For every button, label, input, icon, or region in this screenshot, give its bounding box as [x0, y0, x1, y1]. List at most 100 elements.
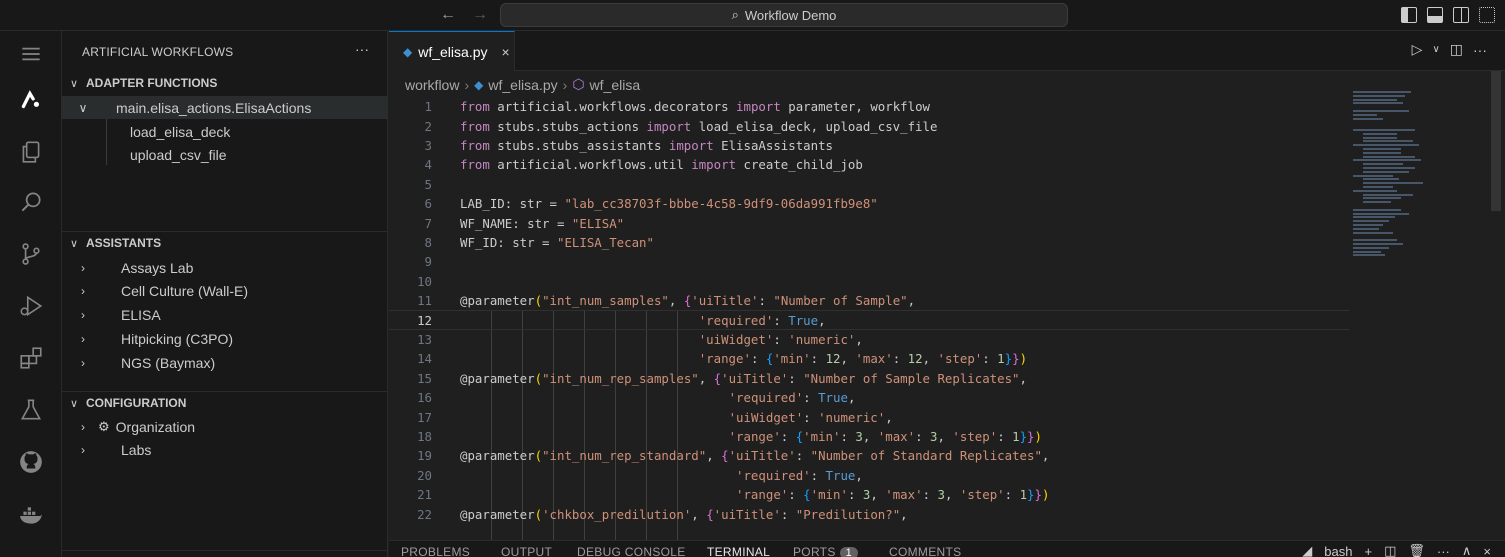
- code-text: LAB_ID: str = "lab_cc38703f-bbbe-4c58-9d…: [460, 196, 878, 212]
- more-actions-icon[interactable]: ···: [1473, 42, 1487, 58]
- toggle-primary-sidebar-icon[interactable]: [1401, 7, 1417, 23]
- line-number: 17: [417, 409, 432, 425]
- code-text: 'range': {'min': 12, 'max': 12, 'step': …: [698, 351, 1028, 367]
- tree-item-assistant[interactable]: › Assays Lab: [62, 256, 388, 279]
- github-icon[interactable]: [0, 439, 62, 485]
- section-configuration[interactable]: ∨ CONFIGURATION: [62, 392, 388, 414]
- tab-wf-elisa[interactable]: ◆ wf_elisa.py ×: [389, 31, 515, 71]
- code-text: @parameter("int_num_rep_standard", {'uiT…: [460, 448, 1050, 464]
- code-line: 21 'range': {'min': 3, 'max': 3, 'step':…: [389, 485, 1349, 504]
- minimap-line: [1363, 140, 1413, 143]
- tree-item-load-elisa-deck[interactable]: load_elisa_deck: [62, 120, 388, 143]
- line-number: 7: [424, 215, 432, 231]
- editor-actions: ▷ ∨ ◫ ···: [1412, 41, 1487, 58]
- code-line: 17 'uiWidget': 'numeric',: [389, 407, 1349, 426]
- run-icon[interactable]: ▷: [1412, 41, 1423, 58]
- sidebar-title: ARTIFICIAL WORKFLOWS: [82, 45, 234, 59]
- tab-ports[interactable]: PORTS 1: [793, 545, 859, 557]
- minimap-line: [1363, 182, 1423, 185]
- tree-item-assistant[interactable]: › ELISA: [62, 303, 388, 326]
- tree-item-labs[interactable]: › Labs: [62, 438, 388, 461]
- symbol-icon: ⬡: [572, 76, 585, 92]
- code-text: 'required': True,: [736, 467, 863, 483]
- docker-icon[interactable]: [0, 493, 62, 539]
- line-number: 9: [424, 254, 432, 270]
- toggle-secondary-sidebar-icon[interactable]: [1453, 7, 1469, 23]
- toggle-panel-icon[interactable]: [1427, 7, 1443, 23]
- arrow-right-icon[interactable]: →: [472, 6, 488, 24]
- more-actions-icon[interactable]: ···: [1437, 544, 1450, 557]
- artificial-logo-icon[interactable]: [0, 77, 62, 123]
- split-editor-icon[interactable]: ◫: [1450, 41, 1463, 58]
- code-line: 1 from artificial.workflows.decorators im…: [389, 97, 1349, 116]
- section-assistants[interactable]: ∨ ASSISTANTS: [62, 232, 388, 254]
- chevron-right-icon: ›: [81, 260, 85, 275]
- menu-icon[interactable]: [0, 31, 62, 77]
- chevron-down-icon[interactable]: ∨: [1432, 44, 1439, 55]
- breadcrumb-item[interactable]: wf_elisa: [590, 77, 641, 93]
- minimap-line: [1363, 170, 1409, 173]
- scrollbar-thumb[interactable]: [1491, 71, 1501, 211]
- sidebar: ARTIFICIAL WORKFLOWS ··· ∨ ADAPTER FUNCT…: [62, 31, 388, 557]
- explorer-icon[interactable]: [0, 129, 62, 175]
- tab-output[interactable]: OUTPUT: [501, 545, 552, 557]
- minimap-line: [1363, 151, 1401, 154]
- line-number: 11: [417, 293, 432, 309]
- add-terminal-icon[interactable]: +: [1364, 544, 1372, 557]
- chevron-up-icon[interactable]: ∧: [1462, 543, 1472, 557]
- trash-icon[interactable]: 🗑: [1408, 543, 1425, 557]
- code-line: 14 'range': {'min': 12, 'max': 12, 'step…: [389, 349, 1349, 368]
- section-adapter-functions[interactable]: ∨ ADAPTER FUNCTIONS: [62, 72, 388, 94]
- tab-problems[interactable]: PROBLEMS: [401, 545, 470, 557]
- close-icon[interactable]: ×: [502, 44, 510, 60]
- minimap-line: [1353, 189, 1397, 192]
- line-number: 4: [424, 157, 432, 173]
- section-header-label: ASSISTANTS: [86, 236, 162, 250]
- tab-terminal[interactable]: TERMINAL: [707, 545, 770, 557]
- minimap[interactable]: [1349, 91, 1481, 271]
- section-divider: [62, 550, 388, 551]
- minimap-line: [1363, 132, 1397, 135]
- chevron-right-icon: ›: [81, 442, 85, 457]
- search-icon[interactable]: [0, 179, 62, 225]
- line-number: 15: [417, 370, 432, 386]
- command-center[interactable]: ⌕ Workflow Demo: [500, 3, 1068, 27]
- line-number: 1: [424, 99, 432, 115]
- title-bar: ← → ⌕ Workflow Demo: [0, 0, 1505, 31]
- close-icon[interactable]: ×: [1483, 544, 1491, 557]
- run-debug-icon[interactable]: [0, 283, 62, 329]
- terminal-name[interactable]: bash: [1324, 544, 1352, 557]
- minimap-line: [1353, 102, 1403, 105]
- tree-item-label: NGS (Baymax): [121, 354, 216, 371]
- extensions-icon[interactable]: [0, 335, 62, 381]
- chevron-right-icon: ›: [81, 331, 85, 346]
- minimap-line: [1363, 167, 1415, 169]
- code-line: 9: [389, 252, 1349, 271]
- arrow-left-icon[interactable]: ←: [440, 6, 456, 24]
- code-line: 10: [389, 272, 1349, 291]
- tab-comments[interactable]: COMMENTS: [889, 545, 961, 557]
- code-line: 8 WF_ID: str = "ELISA_Tecan": [389, 233, 1349, 252]
- minimap-line: [1353, 98, 1397, 101]
- minimap-line: [1353, 113, 1377, 116]
- code-line: 19 @parameter("int_num_rep_standard", {'u…: [389, 446, 1349, 465]
- tree-item-upload-csv-file[interactable]: upload_csv_file: [62, 143, 388, 166]
- chevron-down-icon: ∨: [70, 77, 79, 90]
- breadcrumb-item[interactable]: workflow: [405, 77, 459, 93]
- tree-item-elisa-actions[interactable]: ∨ main.elisa_actions.ElisaActions: [62, 96, 388, 119]
- tree-item-assistant[interactable]: › Hitpicking (C3PO): [62, 327, 388, 350]
- tab-debug-console[interactable]: DEBUG CONSOLE: [577, 545, 686, 557]
- breadcrumb-item[interactable]: wf_elisa.py: [488, 77, 557, 93]
- customize-layout-icon[interactable]: [1479, 7, 1495, 23]
- code-line: 16 'required': True,: [389, 388, 1349, 407]
- flask-icon[interactable]: [0, 387, 62, 433]
- split-terminal-icon[interactable]: ◫: [1384, 543, 1396, 557]
- minimap-line: [1363, 178, 1399, 181]
- tree-item-assistant[interactable]: › Cell Culture (Wall-E): [62, 279, 388, 302]
- more-actions-icon[interactable]: ···: [355, 41, 369, 57]
- tree-item-assistant[interactable]: › NGS (Baymax): [62, 351, 388, 374]
- minimap-line: [1353, 174, 1393, 177]
- tree-item-organization[interactable]: › ⚙ Organization: [62, 415, 388, 438]
- source-control-icon[interactable]: [0, 231, 62, 277]
- tab-label: wf_elisa.py: [418, 43, 488, 60]
